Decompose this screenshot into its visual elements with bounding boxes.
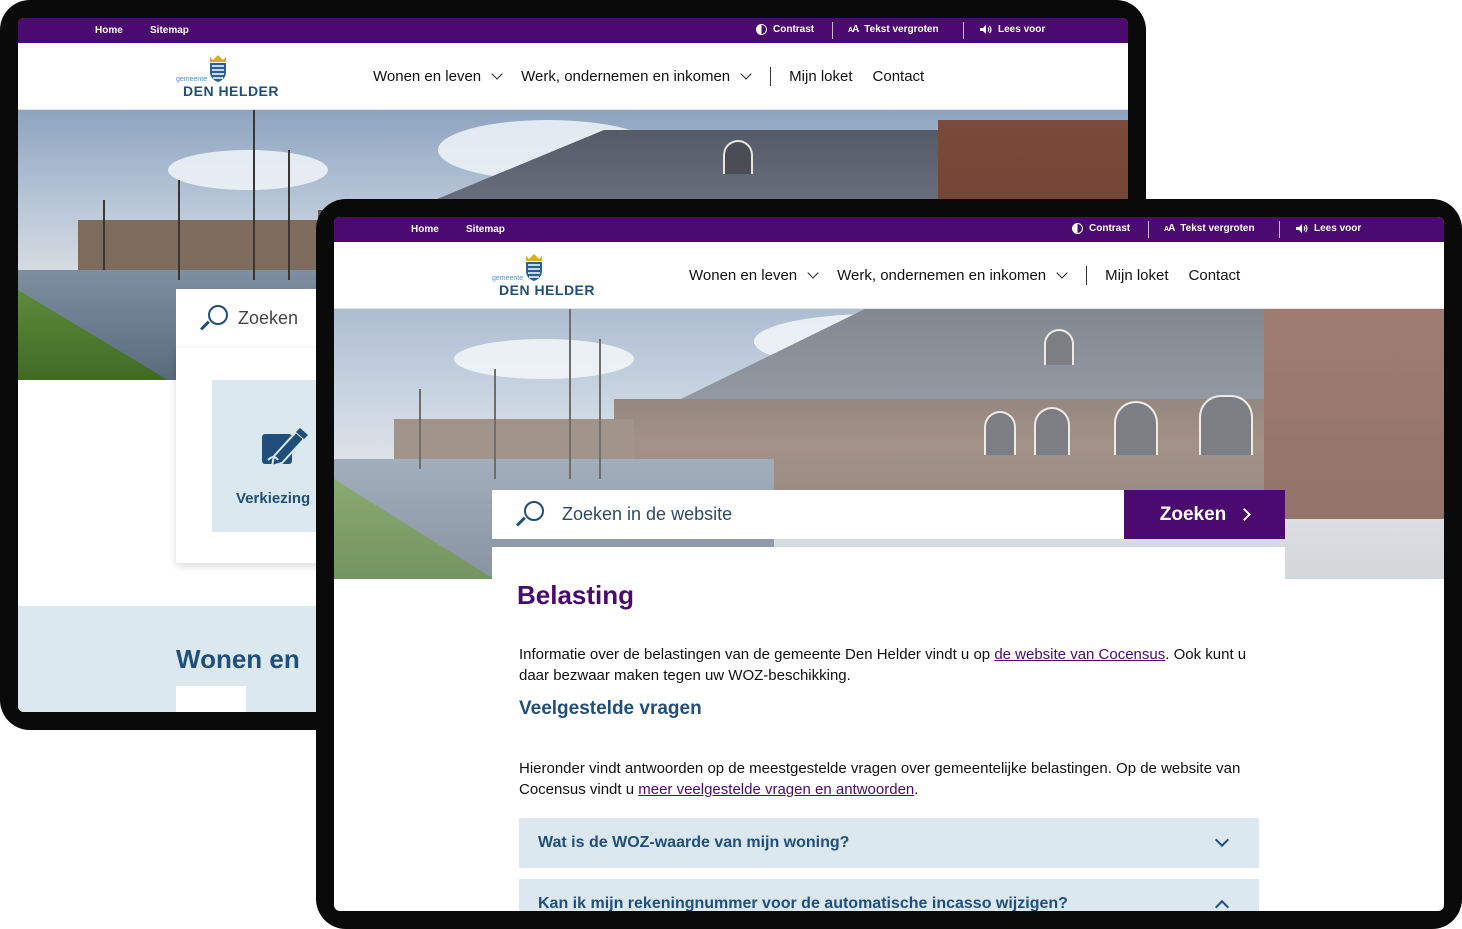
- faq-heading: Veelgestelde vragen: [519, 698, 702, 719]
- front-device-frame: Home Sitemap Contrast AA Tekst vergroten…: [316, 199, 1462, 929]
- faq-intro-paragraph: Hieronder vindt antwoorden op de meestge…: [519, 760, 1241, 798]
- more-faq-link[interactable]: meer veelgestelde vragen en antwoorden: [638, 781, 914, 798]
- contrast-icon: [1072, 223, 1083, 234]
- search-bar: Zoeken in de website Zoeken: [492, 490, 1285, 539]
- back-search-bar[interactable]: Zoeken: [176, 289, 326, 348]
- utility-bar: Home Sitemap Contrast AA Tekst vergroten…: [18, 18, 1128, 43]
- nav-item-werk[interactable]: Werk, ondernemen en inkomen: [837, 267, 1068, 284]
- search-icon: [515, 500, 544, 529]
- read-aloud-label: Lees voor: [1314, 223, 1362, 234]
- utility-bar: Home Sitemap Contrast AA Tekst vergroten…: [334, 217, 1444, 242]
- read-aloud-button[interactable]: Lees voor: [1295, 223, 1361, 234]
- nav-item-mijn-loket[interactable]: Mijn loket: [1105, 267, 1168, 284]
- contrast-label: Contrast: [773, 24, 815, 35]
- nav-divider: [1086, 266, 1088, 285]
- contrast-button[interactable]: Contrast: [1072, 223, 1130, 234]
- search-button[interactable]: Zoeken: [1124, 490, 1285, 539]
- nav-item-contact[interactable]: Contact: [873, 68, 925, 85]
- section-card: [176, 686, 246, 712]
- nav-divider: [770, 67, 772, 86]
- main-nav: Wonen en leven Werk, ondernemen en inkom…: [689, 266, 1260, 285]
- text-size-button[interactable]: AA Tekst vergroten: [1164, 223, 1255, 234]
- page-title: Belasting: [517, 580, 635, 610]
- text-size-icon: AA: [1164, 223, 1175, 234]
- accordion-question: Wat is de WOZ-waarde van mijn woning?: [538, 834, 850, 851]
- logo-name: DEN HELDER: [183, 83, 280, 99]
- chevron-down-icon: [491, 68, 503, 80]
- chevron-right-icon: [1238, 508, 1252, 521]
- text-size-icon: AA: [848, 24, 859, 35]
- chevron-down-icon: [1214, 832, 1230, 848]
- accordion-item[interactable]: Wat is de WOZ-waarde van mijn woning?: [519, 818, 1259, 868]
- back-search-label: Zoeken: [238, 308, 299, 328]
- front-screen: Home Sitemap Contrast AA Tekst vergroten…: [334, 217, 1444, 911]
- sitemap-link[interactable]: Sitemap: [466, 224, 505, 235]
- sitemap-link[interactable]: Sitemap: [150, 25, 189, 36]
- site-logo[interactable]: gemeente DEN HELDER: [176, 53, 279, 103]
- intro-paragraph: Informatie over de belastingen van de ge…: [519, 646, 1247, 684]
- crest-icon: [210, 55, 226, 82]
- speaker-icon: [1296, 224, 1308, 233]
- chevron-down-icon: [807, 267, 819, 279]
- read-aloud-label: Lees voor: [998, 24, 1046, 35]
- accordion-question: Kan ik mijn rekeningnummer voor de autom…: [538, 895, 1068, 911]
- utility-divider: [1148, 221, 1149, 238]
- back-tiles-card: Verkiezing: [176, 348, 342, 563]
- utility-divider: [963, 22, 964, 39]
- utility-divider: [1279, 221, 1280, 238]
- text-size-label: Tekst vergroten: [1180, 223, 1255, 234]
- read-aloud-button[interactable]: Lees voor: [979, 24, 1045, 35]
- site-header: gemeente DEN HELDER Wonen en leven Werk,…: [18, 43, 1128, 110]
- search-input[interactable]: Zoeken in de website: [562, 504, 732, 525]
- chevron-up-icon: [1214, 899, 1230, 911]
- contrast-label: Contrast: [1089, 223, 1131, 234]
- home-link[interactable]: Home: [411, 224, 439, 235]
- nav-item-mijn-loket[interactable]: Mijn loket: [789, 68, 852, 85]
- text-size-label: Tekst vergroten: [864, 24, 939, 35]
- speaker-icon: [980, 25, 992, 34]
- text-size-button[interactable]: AA Tekst vergroten: [848, 24, 939, 35]
- utility-divider: [832, 22, 833, 39]
- accordion-item[interactable]: Kan ik mijn rekeningnummer voor de autom…: [519, 879, 1259, 911]
- tile-label: Verkiezing: [236, 490, 311, 507]
- chevron-down-icon: [740, 68, 752, 80]
- contrast-button[interactable]: Contrast: [756, 24, 814, 35]
- contrast-icon: [756, 24, 767, 35]
- main-content: Belasting Informatie over de belastingen…: [492, 547, 1285, 911]
- logo-prefix: gemeente: [492, 275, 524, 282]
- chevron-down-icon: [1056, 267, 1068, 279]
- nav-item-wonen[interactable]: Wonen en leven: [689, 267, 819, 284]
- crest-icon: [526, 254, 542, 281]
- site-logo[interactable]: gemeente DEN HELDER: [492, 252, 595, 302]
- logo-prefix: gemeente: [176, 76, 208, 83]
- section-heading: Wonen en: [176, 644, 300, 674]
- site-header: gemeente DEN HELDER Wonen en leven Werk,…: [334, 242, 1444, 309]
- nav-item-werk[interactable]: Werk, ondernemen en inkomen: [521, 68, 752, 85]
- cocensus-link[interactable]: de website van Cocensus: [994, 646, 1165, 663]
- nav-item-wonen[interactable]: Wonen en leven: [373, 68, 503, 85]
- main-nav: Wonen en leven Werk, ondernemen en inkom…: [373, 67, 944, 86]
- search-icon: [199, 304, 228, 333]
- home-link[interactable]: Home: [95, 25, 123, 36]
- pencil-icon: [262, 428, 308, 468]
- nav-item-contact[interactable]: Contact: [1189, 267, 1241, 284]
- logo-name: DEN HELDER: [499, 282, 596, 298]
